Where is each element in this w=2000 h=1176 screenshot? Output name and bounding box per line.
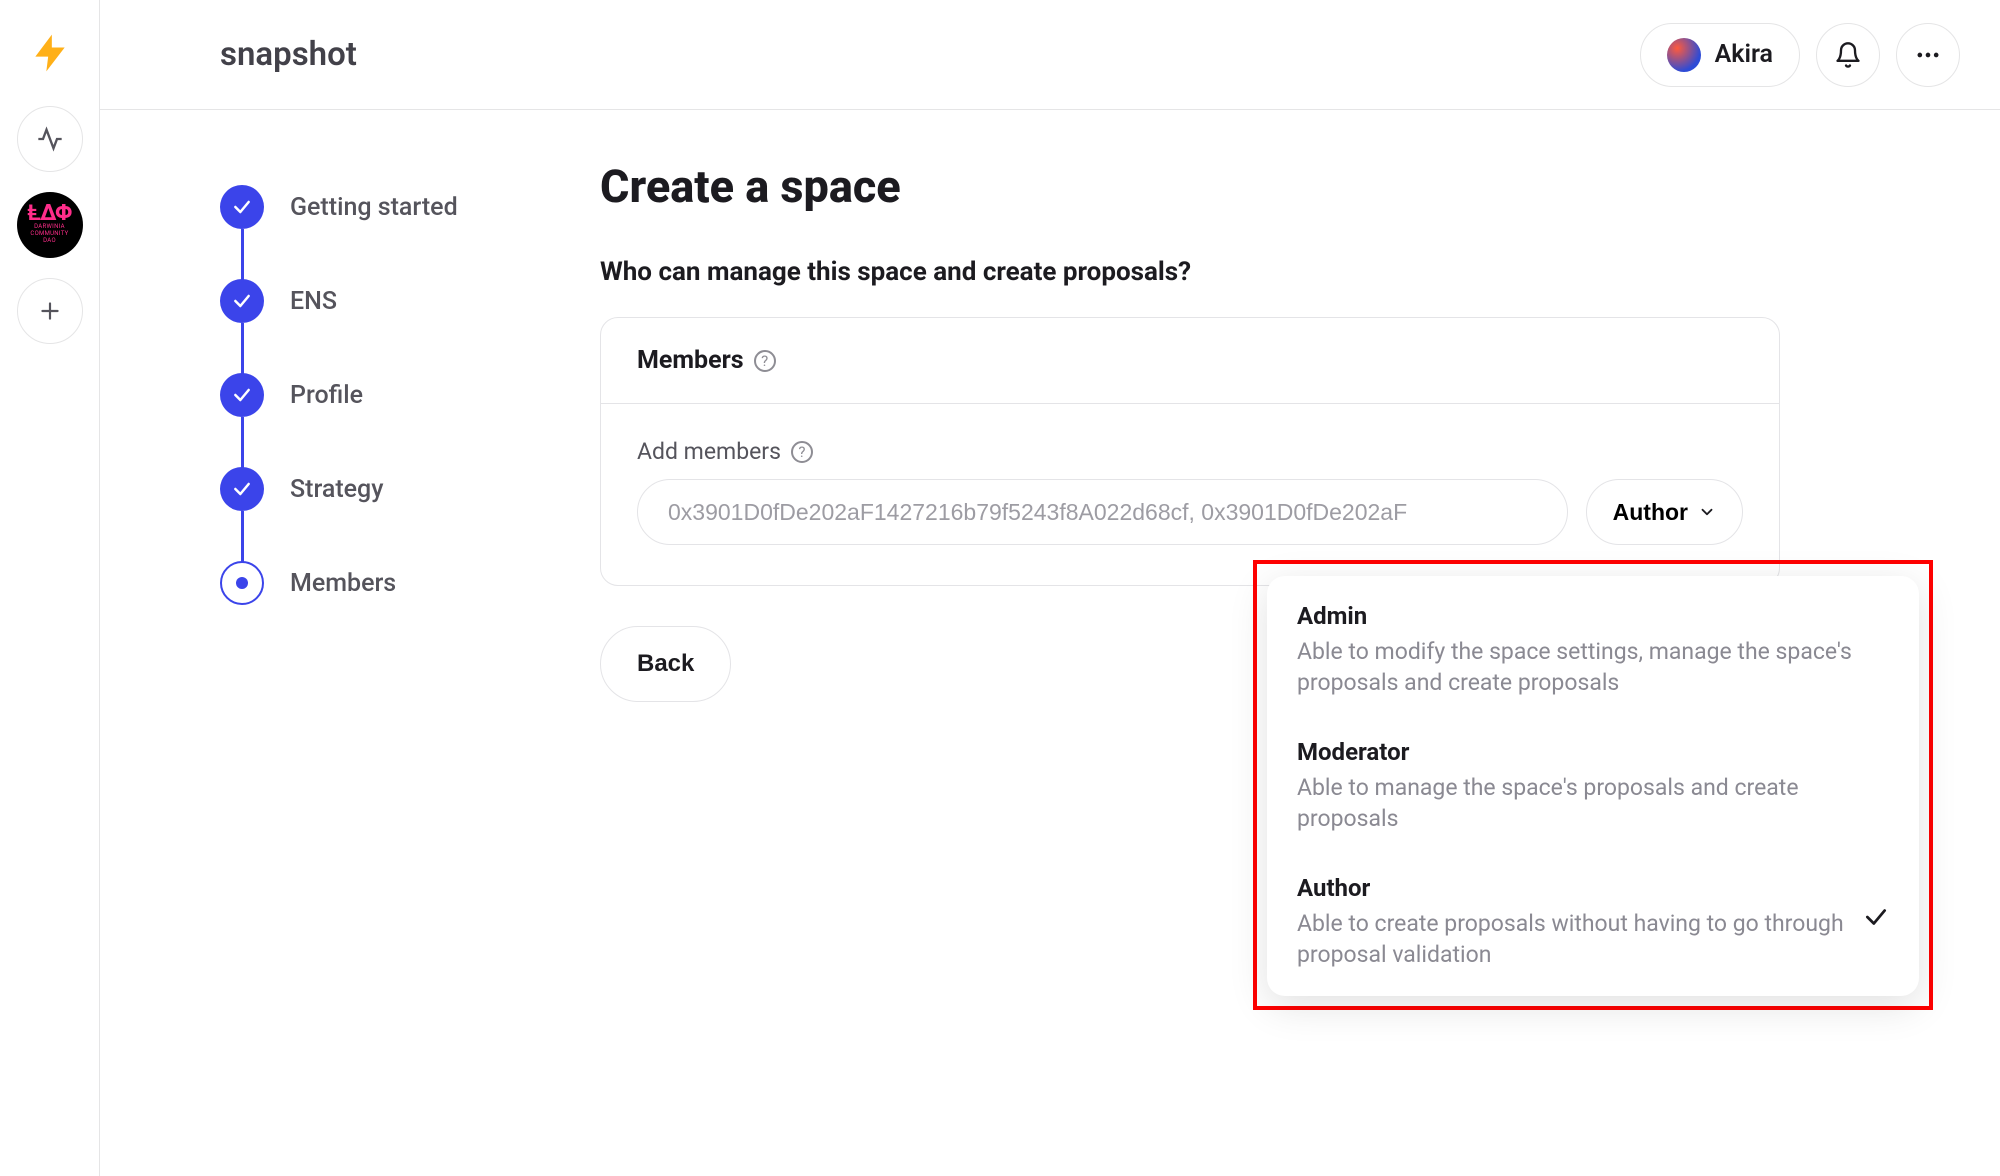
role-dropdown: Admin Able to modify the space settings,… [1267, 576, 1919, 996]
step-members[interactable]: Members [220, 536, 600, 630]
members-input[interactable] [637, 479, 1568, 545]
check-icon [232, 479, 252, 499]
bell-icon [1834, 41, 1862, 69]
field-label: Add members ? [637, 438, 1743, 465]
page-title: Create a space [600, 160, 1780, 213]
step-profile[interactable]: Profile [220, 348, 600, 442]
space-avatar-darwinia[interactable]: ⱠΔΦ DARWINIACOMMUNITYDAO [17, 192, 83, 258]
user-pill[interactable]: Akira [1640, 23, 1800, 87]
check-icon [1863, 904, 1889, 930]
chevron-down-icon [1698, 503, 1716, 521]
help-icon[interactable]: ? [791, 441, 813, 463]
members-card: Members ? Add members ? Author [600, 317, 1780, 586]
app-title: snapshot [220, 35, 357, 74]
topbar: snapshot Akira [100, 0, 2000, 110]
left-rail: ⱠΔΦ DARWINIACOMMUNITYDAO [0, 0, 100, 1176]
snapshot-logo[interactable] [17, 20, 83, 86]
help-icon[interactable]: ? [754, 350, 776, 372]
step-strategy[interactable]: Strategy [220, 442, 600, 536]
role-dropdown-highlight: Admin Able to modify the space settings,… [1253, 560, 1933, 1010]
back-button[interactable]: Back [600, 626, 731, 702]
check-icon [232, 197, 252, 217]
card-title: Members [637, 346, 744, 375]
subtitle: Who can manage this space and create pro… [600, 257, 1780, 287]
step-getting-started[interactable]: Getting started [220, 160, 600, 254]
step-ens[interactable]: ENS [220, 254, 600, 348]
role-option-moderator[interactable]: Moderator Able to manage the space's pro… [1267, 718, 1919, 854]
user-name: Akira [1715, 40, 1773, 69]
more-horizontal-icon [1914, 41, 1942, 69]
notifications-button[interactable] [1816, 23, 1880, 87]
role-select-button[interactable]: Author [1586, 479, 1743, 545]
avatar [1667, 38, 1701, 72]
check-icon [232, 385, 252, 405]
add-space-button[interactable] [17, 278, 83, 344]
activity-item[interactable] [17, 106, 83, 172]
check-icon [232, 291, 252, 311]
role-option-author[interactable]: Author Able to create proposals without … [1267, 854, 1919, 990]
stepper: Getting started ENS Profile Strategy Mem… [220, 160, 600, 702]
role-option-admin[interactable]: Admin Able to modify the space settings,… [1267, 582, 1919, 718]
more-button[interactable] [1896, 23, 1960, 87]
